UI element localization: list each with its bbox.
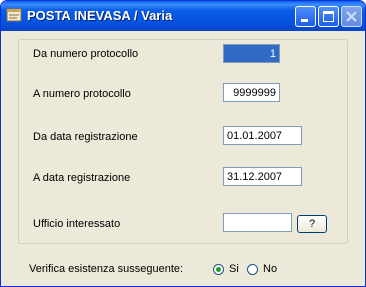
ufficio-input[interactable] bbox=[223, 213, 292, 232]
close-button[interactable] bbox=[341, 6, 362, 27]
a-numero-label: A numero protocollo bbox=[33, 88, 131, 100]
close-icon bbox=[346, 11, 357, 22]
radio-si[interactable] bbox=[213, 264, 224, 275]
a-data-label: A data registrazione bbox=[33, 172, 131, 184]
da-data-input[interactable] bbox=[223, 126, 302, 145]
dialog-window: POSTA INEVASA / Varia Da numero protocol… bbox=[0, 0, 366, 287]
ufficio-label: Ufficio interessato bbox=[33, 218, 121, 230]
a-data-input[interactable] bbox=[223, 167, 302, 186]
a-numero-input[interactable] bbox=[223, 83, 280, 102]
maximize-icon bbox=[323, 11, 334, 22]
radio-si-label[interactable]: Si bbox=[229, 263, 239, 275]
title-bar[interactable]: POSTA INEVASA / Varia bbox=[1, 1, 365, 31]
minimize-icon bbox=[301, 19, 308, 22]
da-numero-input[interactable] bbox=[223, 44, 280, 63]
radio-si-selected-dot bbox=[216, 267, 221, 272]
da-numero-label: Da numero protocollo bbox=[33, 48, 139, 60]
window-app-icon bbox=[6, 8, 22, 22]
verifica-label: Verifica esistenza susseguente: bbox=[29, 263, 184, 275]
window-title: POSTA INEVASA / Varia bbox=[27, 8, 173, 23]
radio-no-label[interactable]: No bbox=[263, 263, 277, 275]
radio-no[interactable] bbox=[247, 264, 258, 275]
ufficio-lookup-button[interactable]: ? bbox=[297, 215, 327, 233]
da-data-label: Da data registrazione bbox=[33, 131, 138, 143]
minimize-button[interactable] bbox=[295, 6, 316, 27]
maximize-button[interactable] bbox=[318, 6, 339, 27]
